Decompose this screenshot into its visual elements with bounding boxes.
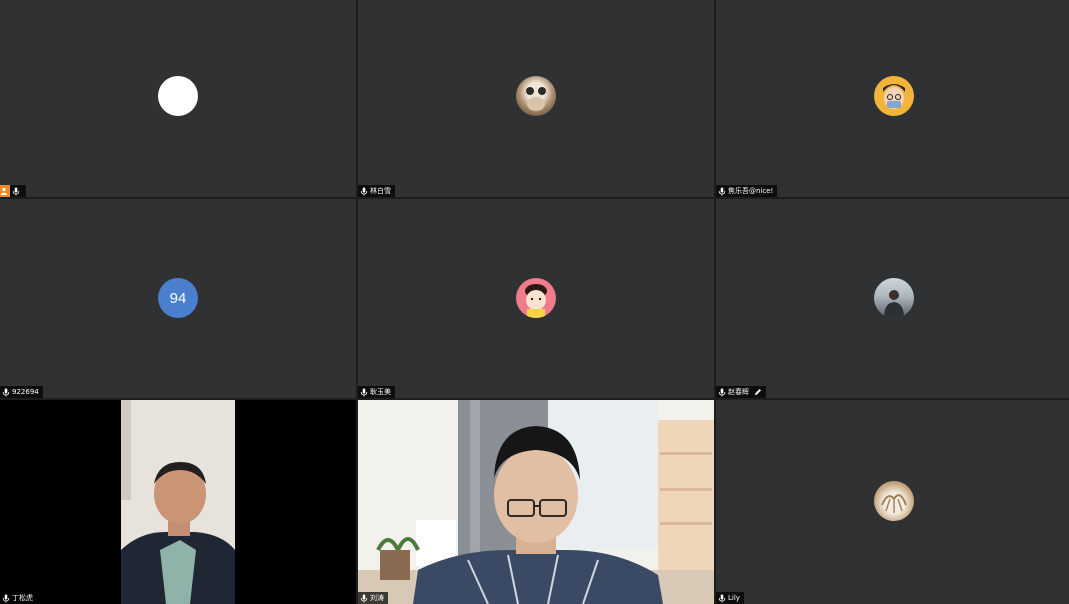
- participant-name: 赵春辉: [728, 388, 749, 396]
- participant-tile-1[interactable]: [0, 0, 356, 197]
- participant-avatar: [516, 76, 556, 116]
- mic-icon[interactable]: [360, 594, 368, 603]
- participant-name: 丁松虎: [12, 594, 33, 602]
- participant-namebar: 赵春辉: [716, 386, 766, 398]
- participant-video: [0, 400, 356, 604]
- mic-icon[interactable]: [2, 594, 10, 603]
- participant-name: 刘涛: [370, 594, 384, 602]
- participant-namebar: [0, 185, 26, 197]
- participant-tile-4[interactable]: 94 922694: [0, 199, 356, 398]
- participant-namebar: 922694: [0, 386, 43, 398]
- avatar-initials: 94: [169, 289, 187, 307]
- participant-tile-5[interactable]: 耿玉美: [358, 199, 714, 398]
- participant-namebar: Lily: [716, 592, 744, 604]
- participant-name: 林白雪: [370, 187, 391, 195]
- participant-name: Lily: [728, 594, 740, 602]
- participant-namebar: 林白雪: [358, 185, 395, 197]
- participant-name: 922694: [12, 388, 39, 396]
- mic-icon[interactable]: [360, 388, 368, 397]
- participant-tile-7[interactable]: 丁松虎: [0, 400, 356, 604]
- participant-tile-2[interactable]: 林白雪: [358, 0, 714, 197]
- mic-icon[interactable]: [718, 187, 726, 196]
- participant-avatar: [158, 76, 198, 116]
- participant-video: [358, 400, 714, 604]
- participant-name: 焦乐吾@nice!: [728, 187, 774, 195]
- participant-tile-8[interactable]: 刘涛: [358, 400, 714, 604]
- participant-tile-3[interactable]: 焦乐吾@nice!: [716, 0, 1069, 197]
- mic-icon[interactable]: [12, 187, 20, 196]
- participant-avatar: [874, 481, 914, 521]
- participant-namebar: 丁松虎: [0, 592, 37, 604]
- participant-namebar: 刘涛: [358, 592, 388, 604]
- mic-icon[interactable]: [360, 187, 368, 196]
- participant-tile-9[interactable]: Lily: [716, 400, 1069, 604]
- participant-namebar: 焦乐吾@nice!: [716, 185, 778, 197]
- pencil-icon[interactable]: [754, 388, 762, 396]
- participant-avatar: [874, 278, 914, 318]
- participant-namebar: 耿玉美: [358, 386, 395, 398]
- mic-icon[interactable]: [2, 388, 10, 397]
- participant-name: 耿玉美: [370, 388, 391, 396]
- mic-icon[interactable]: [718, 388, 726, 397]
- host-badge-icon: [0, 185, 10, 197]
- mic-icon[interactable]: [718, 594, 726, 603]
- video-grid: 林白雪 焦乐吾@nice! 94 922694 耿玉美 赵春辉 丁松虎 刘涛 L…: [0, 0, 1069, 604]
- participant-avatar: [874, 76, 914, 116]
- participant-avatar: 94: [158, 278, 198, 318]
- participant-tile-6[interactable]: 赵春辉: [716, 199, 1069, 398]
- participant-avatar: [516, 278, 556, 318]
